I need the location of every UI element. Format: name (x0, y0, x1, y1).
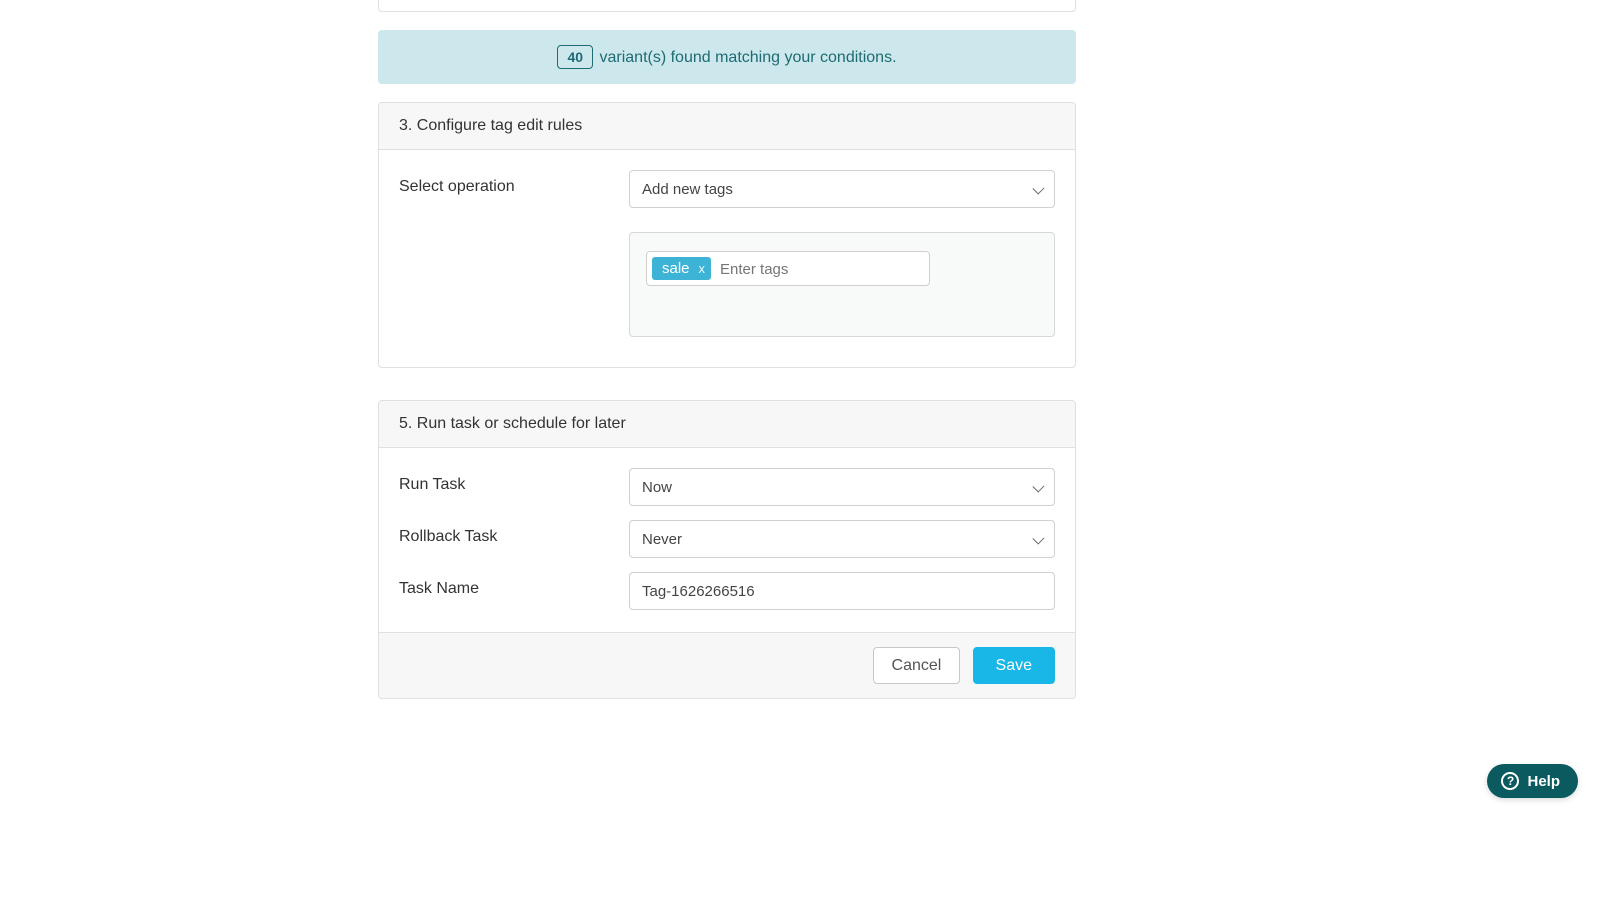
variant-count-banner: 40 variant(s) found matching your condit… (378, 30, 1076, 84)
tag-area: sale x (629, 232, 1055, 337)
variant-count-badge: 40 (557, 45, 593, 69)
previous-panel-bottom (378, 0, 1076, 12)
run-task-footer: Cancel Save (379, 632, 1075, 698)
tag-input-spacer (399, 232, 629, 240)
task-name-input[interactable] (629, 572, 1055, 610)
rollback-task-dropdown[interactable]: Never (629, 520, 1055, 558)
configure-tag-rules-header: 3. Configure tag edit rules (379, 103, 1075, 150)
tag-entry-input[interactable] (714, 258, 925, 281)
run-task-row: Run Task Now (399, 468, 1055, 506)
run-task-label: Run Task (399, 468, 629, 494)
tag-chip-sale: sale x (652, 257, 711, 280)
help-label: Help (1527, 773, 1560, 790)
task-name-row: Task Name (399, 572, 1055, 610)
cancel-button[interactable]: Cancel (873, 647, 961, 684)
tag-input-box[interactable]: sale x (646, 251, 930, 286)
help-widget[interactable]: ? Help (1487, 764, 1578, 798)
task-name-label: Task Name (399, 572, 629, 598)
tag-chip-label: sale (662, 260, 690, 277)
run-task-dropdown[interactable]: Now (629, 468, 1055, 506)
variant-count-text: variant(s) found matching your condition… (599, 49, 896, 66)
run-task-select-wrap: Now (629, 468, 1055, 506)
select-operation-dropdown[interactable]: Add new tags (629, 170, 1055, 208)
run-task-header: 5. Run task or schedule for later (379, 401, 1075, 448)
select-operation-row: Select operation Add new tags (399, 170, 1055, 208)
tag-input-row: sale x (399, 232, 1055, 337)
rollback-task-row: Rollback Task Never (399, 520, 1055, 558)
configure-tag-rules-card: 3. Configure tag edit rules Select opera… (378, 102, 1076, 368)
tag-chip-remove-icon[interactable]: x (699, 261, 706, 276)
select-operation-wrap: Add new tags (629, 170, 1055, 208)
run-task-card: 5. Run task or schedule for later Run Ta… (378, 400, 1076, 699)
help-question-icon: ? (1501, 772, 1519, 790)
save-button[interactable]: Save (973, 647, 1055, 684)
select-operation-label: Select operation (399, 170, 629, 196)
rollback-task-label: Rollback Task (399, 520, 629, 546)
rollback-task-select-wrap: Never (629, 520, 1055, 558)
